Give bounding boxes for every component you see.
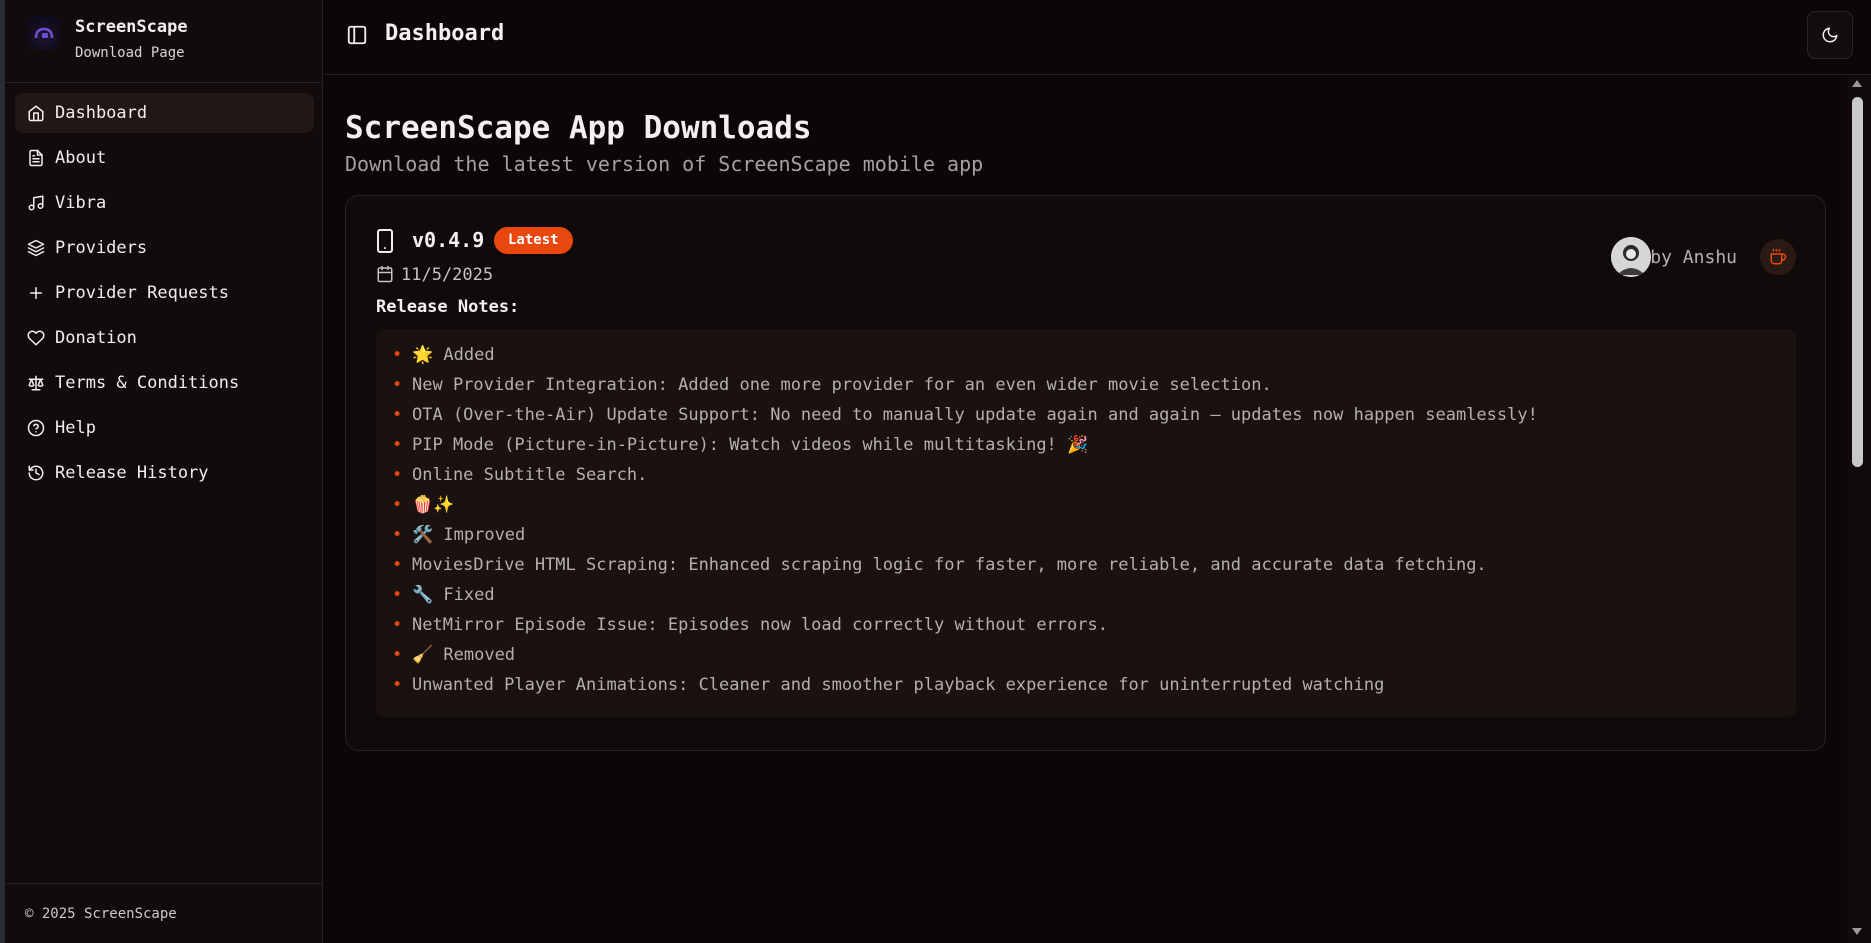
release-notes-list: • 🌟 Added • New Provider Integration: Adde… xyxy=(376,329,1796,717)
sidebar-item-label: About xyxy=(55,148,107,168)
scroll-up-arrow-icon[interactable] xyxy=(1852,80,1862,87)
page-title: Dashboard xyxy=(385,21,505,46)
downloads-subheading: Download the latest version of ScreenSca… xyxy=(345,152,984,176)
sidebar-item-donation[interactable]: Donation xyxy=(15,318,314,358)
brand-header[interactable]: ScreenScape Download Page xyxy=(5,0,322,83)
sidebar-item-providers[interactable]: Providers xyxy=(15,228,314,268)
smartphone-icon xyxy=(377,229,393,253)
coffee-donate-button[interactable] xyxy=(1760,239,1796,275)
sidebar-item-label: Release History xyxy=(55,463,209,483)
history-icon xyxy=(28,465,44,481)
note-text: 🌟 Added xyxy=(412,345,495,365)
author-label[interactable]: by Anshu xyxy=(1650,247,1737,268)
brand-name: ScreenScape xyxy=(75,17,188,37)
layers-icon xyxy=(27,239,45,257)
sidebar-item-terms[interactable]: Terms & Conditions xyxy=(15,363,314,403)
top-bar: Dashboard xyxy=(324,0,1871,75)
heart-icon xyxy=(27,330,45,346)
note-text: Unwanted Player Animations: Cleaner and … xyxy=(412,675,1385,695)
main-content: ScreenScape App Downloads Download the l… xyxy=(324,76,1847,943)
sidebar-item-label: Donation xyxy=(55,328,137,348)
sidebar-item-release-history[interactable]: Release History xyxy=(15,453,314,493)
note-text: 🧹 Removed xyxy=(412,645,516,665)
note-text: OTA (Over-the-Air) Update Support: No ne… xyxy=(412,405,1538,425)
brand-subtitle: Download Page xyxy=(75,45,185,61)
sidebar-item-label: Providers xyxy=(55,238,148,258)
theme-toggle-button[interactable] xyxy=(1807,11,1853,59)
avatar[interactable] xyxy=(1611,237,1651,277)
sidebar-item-help[interactable]: Help xyxy=(15,408,314,448)
sidebar-item-vibra[interactable]: Vibra xyxy=(15,183,314,223)
coffee-icon xyxy=(1770,248,1787,265)
home-icon xyxy=(28,105,44,122)
scrollbar-thumb[interactable] xyxy=(1852,97,1863,467)
sidebar: ScreenScape Download Page Dashboard Abou… xyxy=(5,0,323,943)
sidebar-footer: © 2025 ScreenScape xyxy=(5,883,322,943)
note-text: 🔧 Fixed xyxy=(412,585,495,605)
scroll-down-arrow-icon[interactable] xyxy=(1852,928,1862,935)
music-icon xyxy=(28,195,44,211)
note-text: NetMirror Episode Issue: Episodes now lo… xyxy=(412,615,1108,635)
sidebar-item-provider-requests[interactable]: Provider Requests xyxy=(15,273,314,313)
downloads-heading: ScreenScape App Downloads xyxy=(345,110,812,146)
sidebar-item-label: Terms & Conditions xyxy=(55,373,240,393)
release-notes-heading: Release Notes: xyxy=(376,297,520,317)
sidebar-item-label: Dashboard xyxy=(55,103,148,123)
sidebar-item-about[interactable]: About xyxy=(15,138,314,178)
scale-icon xyxy=(28,375,44,391)
copyright-text: © 2025 ScreenScape xyxy=(25,906,177,922)
note-text: New Provider Integration: Added one more… xyxy=(412,375,1272,395)
sidebar-toggle-icon[interactable] xyxy=(346,24,368,46)
note-text: 🍿✨ xyxy=(412,495,455,515)
release-version: v0.4.9 xyxy=(412,228,485,252)
note-text: PIP Mode (Picture-in-Picture): Watch vid… xyxy=(412,435,1089,455)
note-text: Online Subtitle Search. xyxy=(412,465,648,485)
note-text: 🛠️ Improved xyxy=(412,525,526,545)
app-logo xyxy=(27,16,61,50)
latest-badge: Latest xyxy=(494,227,573,254)
sidebar-item-label: Vibra xyxy=(55,193,107,213)
calendar-icon xyxy=(377,265,393,283)
release-date: 11/5/2025 xyxy=(401,265,494,285)
help-circle-icon xyxy=(27,419,45,437)
file-text-icon xyxy=(29,149,43,167)
sidebar-nav: Dashboard About Vibra Providers Provider… xyxy=(15,93,314,498)
sidebar-item-label: Help xyxy=(55,418,96,438)
sidebar-item-dashboard[interactable]: Dashboard xyxy=(15,93,314,133)
plus-icon xyxy=(30,287,42,299)
release-card: v0.4.9 Latest 11/5/2025 Release Notes: b… xyxy=(345,195,1826,751)
note-text: MoviesDrive HTML Scraping: Enhanced scra… xyxy=(412,555,1487,575)
sidebar-item-label: Provider Requests xyxy=(55,283,229,303)
moon-icon xyxy=(1822,27,1838,43)
